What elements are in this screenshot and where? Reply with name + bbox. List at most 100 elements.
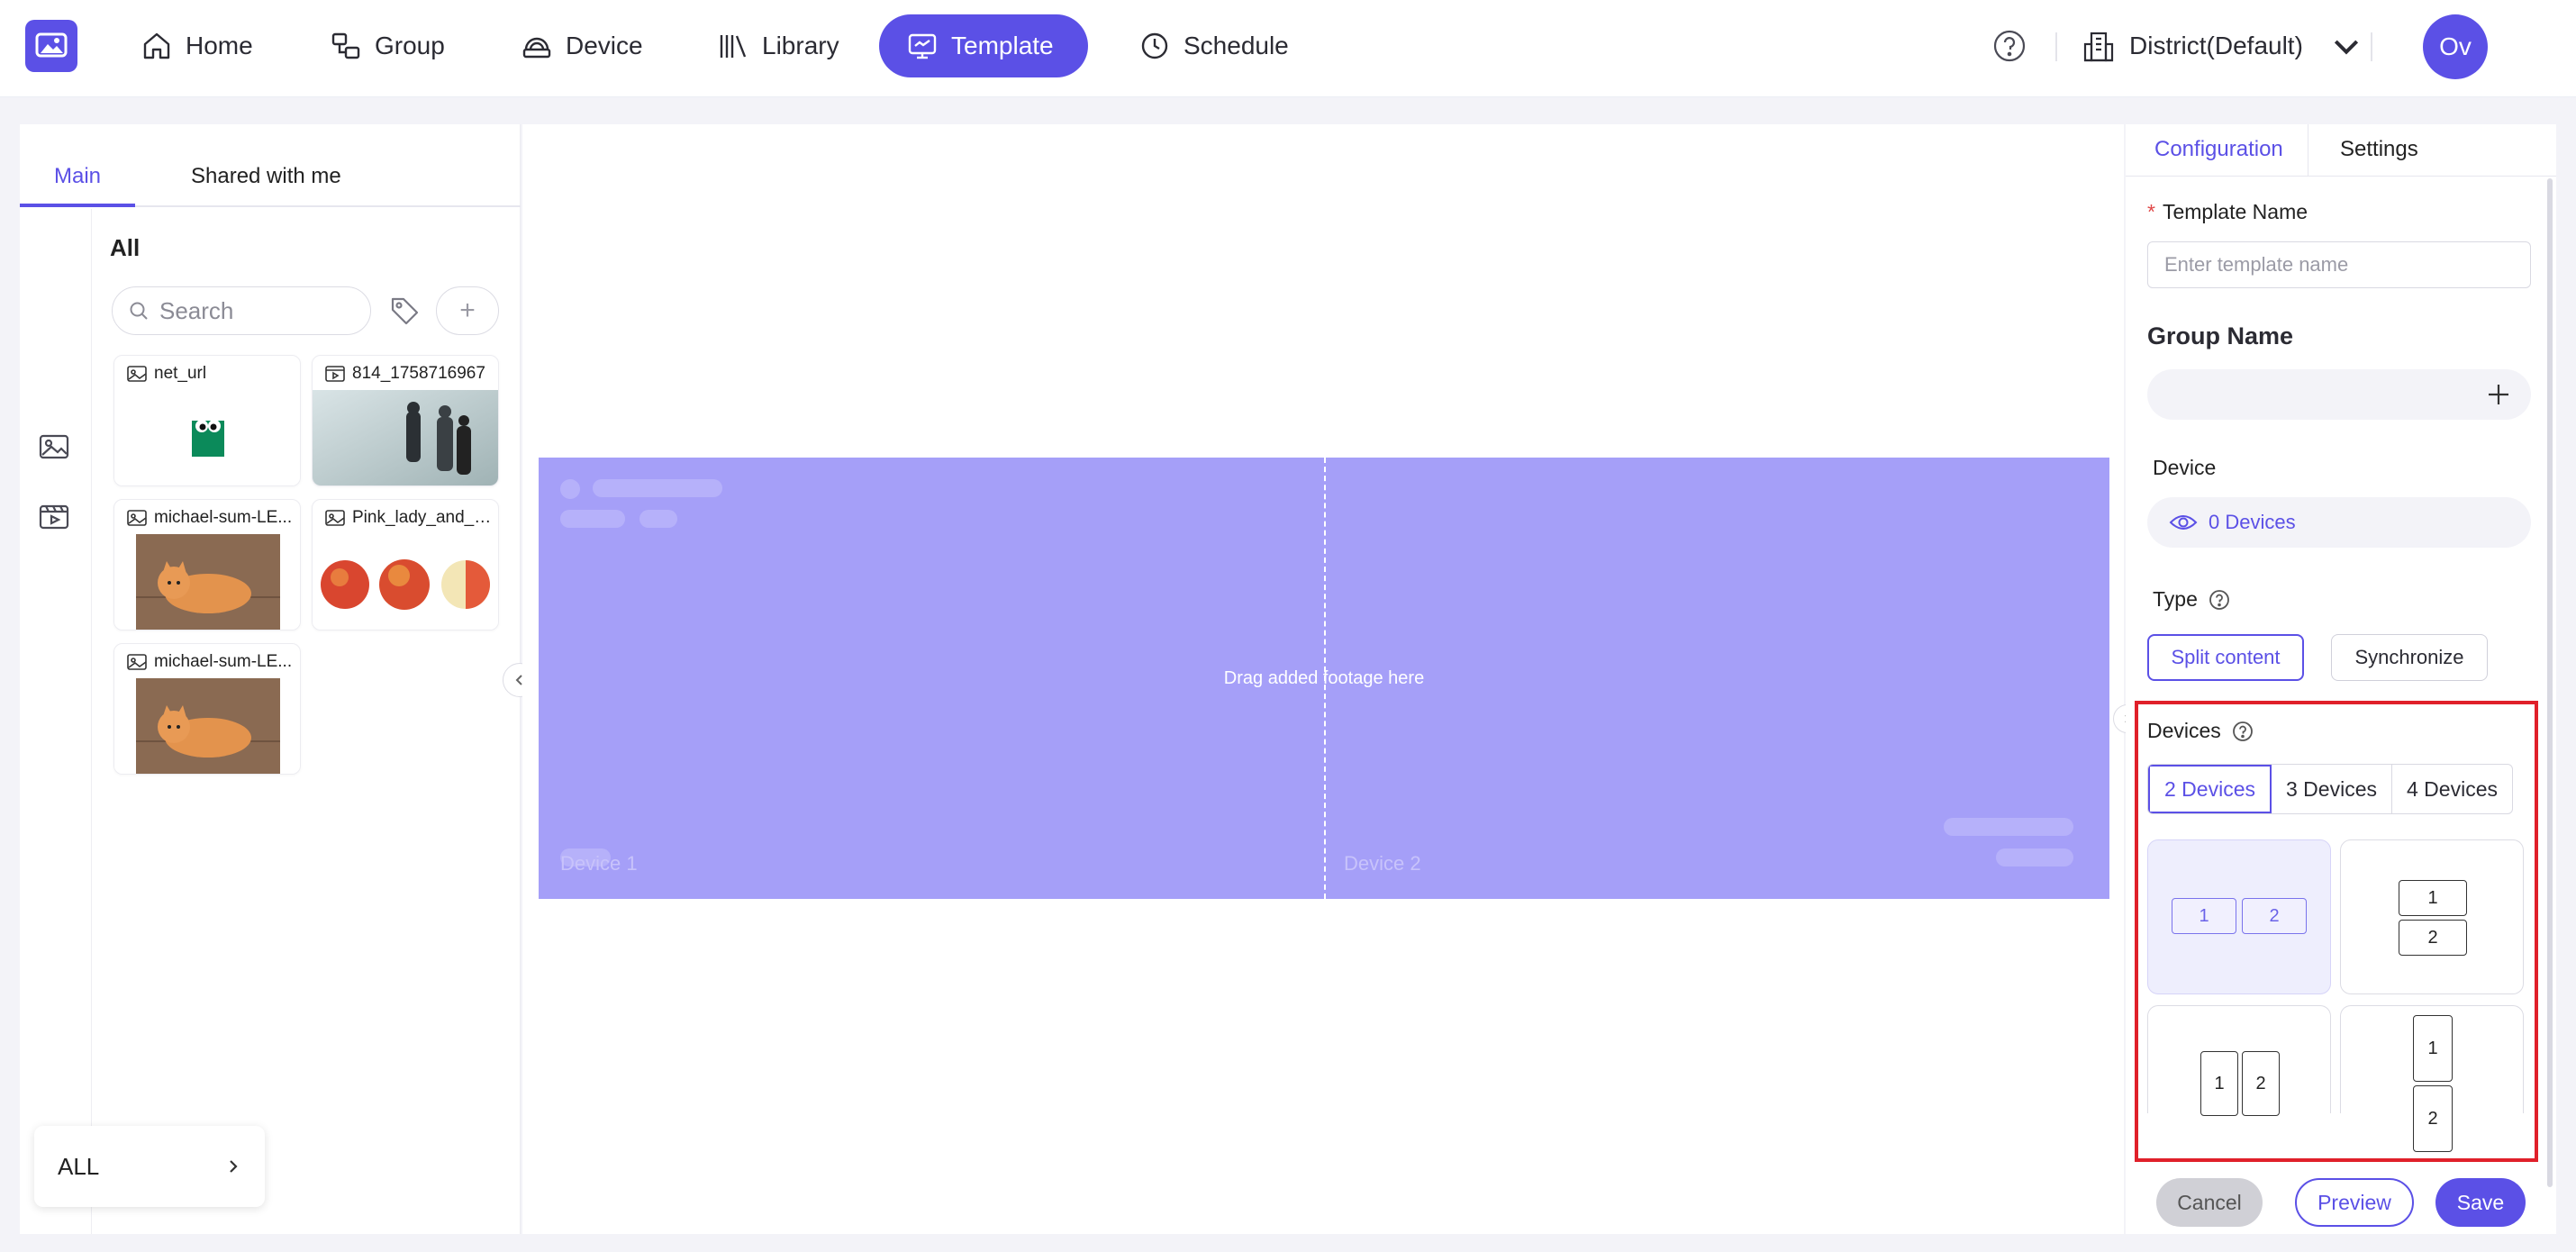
image-icon xyxy=(127,366,147,382)
configuration-panel: Configuration Settings * Template Name Gr… xyxy=(2126,124,2556,1234)
help-icon[interactable] xyxy=(2232,721,2254,742)
template-name-input[interactable] xyxy=(2147,241,2531,288)
tab-settings[interactable]: Settings xyxy=(2340,137,2418,162)
group-name-label: Group Name xyxy=(2147,322,2294,349)
nav-template[interactable]: Template xyxy=(879,14,1088,77)
library-search-box[interactable] xyxy=(112,286,371,335)
card-title: Pink_lady_and_c... xyxy=(325,507,493,529)
config-tabs: Configuration Settings xyxy=(2126,124,2556,177)
chevron-right-icon xyxy=(230,1160,238,1173)
library-icon xyxy=(720,35,747,58)
help-icon[interactable] xyxy=(2209,589,2230,611)
nav-home[interactable]: Home xyxy=(113,14,280,77)
template-icon xyxy=(908,33,937,59)
layout-portrait-stacked[interactable]: 1 2 xyxy=(2340,1005,2524,1152)
nav-group[interactable]: Group xyxy=(303,14,472,77)
group-name-field[interactable] xyxy=(2147,369,2531,420)
add-media-button[interactable]: + xyxy=(436,286,499,335)
layout-stacked[interactable]: 1 2 xyxy=(2340,839,2524,994)
top-navigation-bar: Home Group Device Library Template Sched… xyxy=(0,0,2576,97)
layout-portrait-side-by-side[interactable]: 1 2 xyxy=(2147,1005,2331,1116)
help-icon[interactable] xyxy=(1992,29,2027,63)
media-library-panel: Main Shared with me All + net_url xyxy=(20,124,521,1234)
nav-schedule-label: Schedule xyxy=(1184,32,1289,59)
card-thumbnail xyxy=(313,390,498,485)
app-logo[interactable] xyxy=(25,20,77,72)
tag-icon[interactable] xyxy=(387,294,422,328)
nav-divider xyxy=(2055,32,2057,61)
card-title-text: 814_1758716967 xyxy=(352,364,485,383)
layout-side-by-side[interactable]: 1 2 xyxy=(2147,839,2331,994)
group-icon xyxy=(331,32,360,59)
template-name-label-text: Template Name xyxy=(2162,200,2308,223)
card-title-text: michael-sum-LE... xyxy=(154,652,293,671)
preview-button[interactable]: Preview xyxy=(2295,1178,2414,1227)
eye-icon xyxy=(2169,515,2198,530)
required-asterisk: * xyxy=(2147,200,2155,223)
card-thumbnail xyxy=(114,534,300,630)
media-card[interactable]: michael-sum-LE... xyxy=(113,643,301,775)
type-label: Type xyxy=(2153,587,2230,612)
nav-library[interactable]: Library xyxy=(690,14,866,77)
option-3-devices[interactable]: 3 Devices xyxy=(2272,765,2392,813)
media-type-rail xyxy=(20,209,92,1234)
device-count-text: 0 Devices xyxy=(2209,511,2296,533)
building-icon xyxy=(2083,32,2114,62)
clock-icon xyxy=(1141,32,1168,59)
option-4-devices[interactable]: 4 Devices xyxy=(2392,765,2512,813)
district-selector[interactable]: District(Default) xyxy=(2081,23,2364,68)
card-thumbnail xyxy=(313,534,498,630)
image-icon xyxy=(325,510,345,526)
save-button[interactable]: Save xyxy=(2435,1178,2526,1227)
devices-label-text: Devices xyxy=(2147,719,2221,742)
media-card[interactable]: Pink_lady_and_c... xyxy=(312,499,499,631)
type-synchronize-button[interactable]: Synchronize xyxy=(2331,634,2488,681)
tab-shared-with-me[interactable]: Shared with me xyxy=(191,164,341,189)
search-icon xyxy=(130,302,148,320)
filter-all-dropdown[interactable]: ALL xyxy=(34,1126,265,1207)
drag-footage-hint: Drag added footage here xyxy=(1223,667,1425,688)
layout-cell: 1 xyxy=(2200,1051,2238,1116)
card-thumbnail xyxy=(114,390,300,485)
logo-icon xyxy=(35,32,68,58)
option-2-devices[interactable]: 2 Devices xyxy=(2148,765,2272,813)
tab-main[interactable]: Main xyxy=(54,164,101,189)
chevron-down-icon xyxy=(2334,40,2359,55)
tab-configuration[interactable]: Configuration xyxy=(2154,137,2283,162)
library-tabs: Main Shared with me xyxy=(20,124,521,207)
device-label: Device xyxy=(2153,456,2217,479)
device-count-field[interactable]: 0 Devices xyxy=(2147,497,2531,548)
nav-divider xyxy=(2371,32,2372,61)
image-icon[interactable] xyxy=(36,429,72,465)
image-icon xyxy=(127,510,147,526)
library-heading: All xyxy=(110,234,141,261)
nav-device[interactable]: Device xyxy=(494,14,670,77)
media-card[interactable]: 814_1758716967 xyxy=(312,355,499,486)
nav-schedule[interactable]: Schedule xyxy=(1111,14,1316,77)
user-avatar[interactable]: Ov xyxy=(2423,14,2488,79)
type-label-text: Type xyxy=(2153,587,2198,611)
active-tab-indicator xyxy=(20,204,135,207)
media-card[interactable]: michael-sum-LE... xyxy=(113,499,301,631)
device-icon xyxy=(522,37,551,59)
layout-cell: 1 xyxy=(2413,1015,2453,1082)
layout-cell: 1 xyxy=(2399,880,2467,916)
nav-library-label: Library xyxy=(762,32,839,59)
plus-icon[interactable] xyxy=(2486,382,2511,407)
filter-all-label: ALL xyxy=(58,1152,100,1180)
media-card[interactable]: net_url xyxy=(113,355,301,486)
card-title-text: Pink_lady_and_c... xyxy=(352,508,493,527)
devices-label: Devices xyxy=(2147,719,2254,743)
home-icon xyxy=(143,32,170,59)
cancel-button[interactable]: Cancel xyxy=(2156,1178,2263,1227)
video-icon[interactable] xyxy=(36,499,72,535)
panel-scrollbar[interactable] xyxy=(2547,178,2553,1187)
nav-home-label: Home xyxy=(186,32,253,59)
layout-cell: 2 xyxy=(2242,1051,2280,1116)
card-title: michael-sum-LE... xyxy=(127,507,295,529)
district-label: District(Default) xyxy=(2129,32,2303,59)
device-stage[interactable]: Drag added footage here Device 1 Device … xyxy=(539,458,2109,899)
search-input[interactable] xyxy=(159,296,349,325)
type-split-content-button[interactable]: Split content xyxy=(2147,634,2304,681)
card-thumbnail xyxy=(114,678,300,774)
